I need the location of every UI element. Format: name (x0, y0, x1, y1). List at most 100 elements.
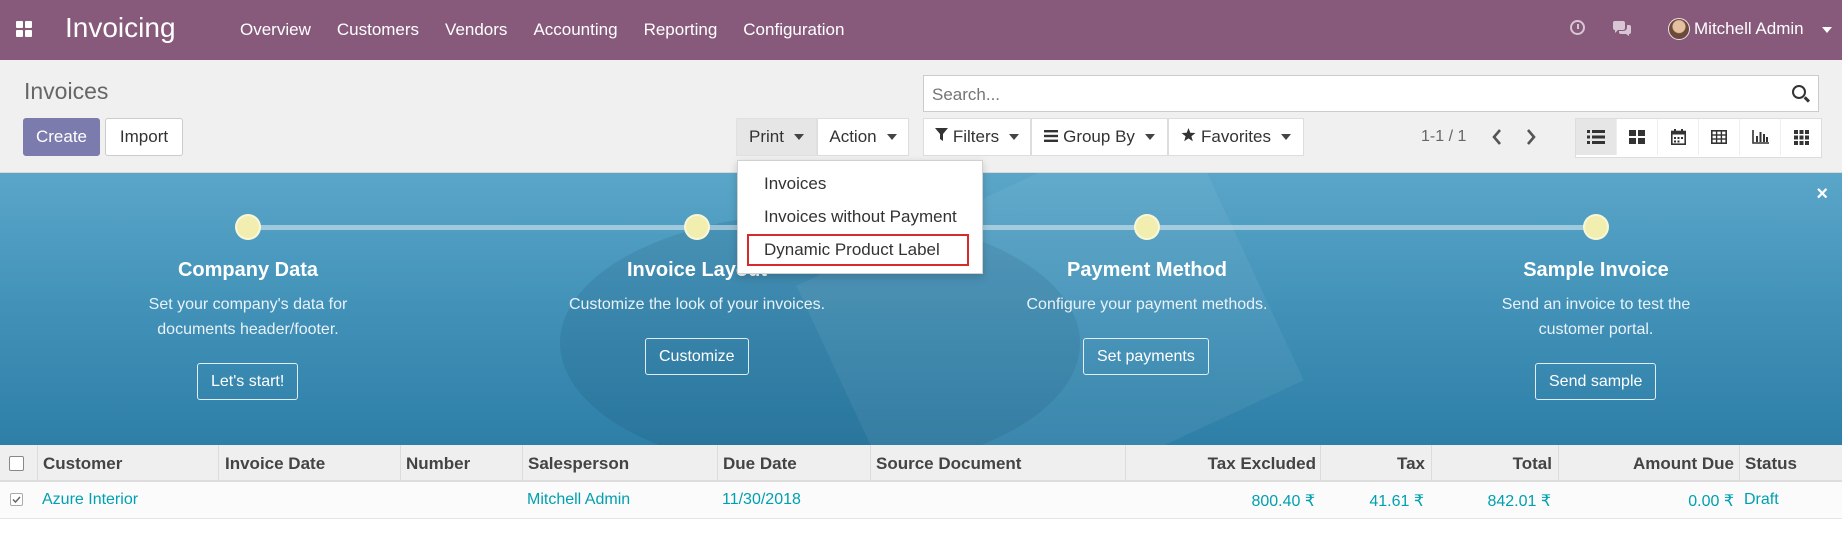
filter-funnel-icon (934, 128, 948, 146)
user-avatar[interactable] (1668, 18, 1690, 40)
cell-amount-due: 0.00 ₹ (1688, 493, 1734, 510)
column-header-salesperson[interactable]: Salesperson (528, 454, 629, 474)
step-dot (1583, 214, 1609, 240)
activity-clock-icon[interactable] (1570, 20, 1585, 35)
dashboard-view-button[interactable] (1781, 119, 1821, 155)
groupby-button[interactable]: Group By (1031, 118, 1168, 156)
list-header: Customer Invoice Date Number Salesperson… (0, 445, 1842, 482)
list-view-icon (1587, 130, 1605, 144)
column-header-tax[interactable]: Tax (1326, 454, 1425, 474)
list-bars-icon (1044, 129, 1059, 146)
column-separator (522, 445, 523, 480)
list-view-button[interactable] (1576, 119, 1617, 155)
calendar-view-button[interactable] (1658, 119, 1699, 155)
print-menu-item-invoices[interactable]: Invoices (764, 174, 826, 194)
graph-view-button[interactable] (1740, 119, 1781, 155)
action-dropdown-button[interactable]: Action (817, 118, 909, 156)
column-header-due-date[interactable]: Due Date (723, 454, 797, 474)
step-title: Company Data (177, 259, 319, 281)
caret-down-icon (886, 134, 897, 140)
column-header-status[interactable]: Status (1745, 454, 1797, 474)
page-title: Invoices (24, 78, 109, 104)
caret-down-icon (1280, 134, 1291, 140)
print-dropdown-button[interactable]: Print (736, 118, 817, 156)
view-switcher (1575, 118, 1822, 158)
customize-button[interactable]: Customize (645, 338, 749, 375)
favorites-button[interactable]: Favorites (1168, 118, 1304, 156)
menu-vendors[interactable]: Vendors (445, 20, 507, 40)
favorites-label: Favorites (1201, 127, 1271, 146)
step-title: Payment Method (1066, 259, 1228, 281)
step-payment-method: Payment Method Configure your payment me… (987, 259, 1307, 317)
column-header-amount-due[interactable]: Amount Due (1564, 454, 1734, 474)
chevron-left-icon (1492, 129, 1501, 145)
table-grid-icon (1711, 130, 1727, 144)
menu-customers[interactable]: Customers (337, 20, 419, 40)
row-checkbox[interactable] (10, 493, 23, 506)
apps-grid-icon[interactable] (16, 21, 32, 37)
column-separator (218, 445, 219, 480)
column-separator (1320, 445, 1321, 480)
action-label: Action (829, 127, 877, 146)
print-label: Print (749, 127, 784, 146)
pivot-view-button[interactable] (1699, 119, 1740, 155)
column-separator (400, 445, 401, 480)
column-header-tax-excluded[interactable]: Tax Excluded (1131, 454, 1316, 474)
step-title: Sample Invoice (1523, 259, 1669, 281)
menu-configuration[interactable]: Configuration (743, 20, 844, 40)
list-empty-area (0, 519, 1842, 538)
column-header-total[interactable]: Total (1437, 454, 1552, 474)
column-separator (1739, 445, 1740, 480)
column-separator (870, 445, 871, 480)
chat-icon[interactable] (1612, 21, 1632, 37)
column-separator (1431, 445, 1432, 480)
caret-down-icon (1144, 134, 1155, 140)
bar-chart-icon (1751, 130, 1769, 144)
column-header-invoice-date[interactable]: Invoice Date (225, 454, 325, 474)
check-icon (12, 496, 21, 504)
cell-customer[interactable]: Azure Interior (42, 491, 138, 509)
cell-tax-excluded: 800.40 ₹ (1251, 493, 1315, 510)
column-separator (37, 445, 38, 480)
lets-start-button[interactable]: Let's start! (197, 363, 299, 400)
grid-nine-icon (1793, 129, 1809, 145)
cell-salesperson[interactable]: Mitchell Admin (527, 491, 630, 509)
search-box[interactable] (923, 75, 1819, 112)
pager-value[interactable]: 1-1 / 1 (1421, 128, 1466, 146)
search-input[interactable] (930, 84, 1754, 106)
column-separator (1125, 445, 1126, 480)
print-menu-item-dynamic-product-label[interactable]: Dynamic Product Label (764, 240, 940, 260)
user-caret-icon[interactable] (1822, 27, 1832, 33)
user-menu-name[interactable]: Mitchell Admin (1694, 19, 1804, 39)
print-dropdown-menu: Invoices Invoices without Payment Dynami… (737, 160, 983, 274)
step-description: Set your company's data for documents hea… (148, 296, 348, 338)
send-sample-button[interactable]: Send sample (1535, 363, 1657, 400)
filters-button[interactable]: Filters (923, 118, 1031, 156)
app-title: Invoicing (65, 12, 176, 43)
step-sample-invoice: Sample Invoice Send an invoice to test t… (1436, 259, 1756, 342)
column-separator (1558, 445, 1559, 480)
close-banner-icon[interactable]: × (1816, 183, 1828, 206)
step-description: Send an invoice to test the customer port… (1501, 296, 1691, 338)
cell-due-date: 11/30/2018 (722, 491, 801, 508)
pager-next-button[interactable] (1514, 120, 1548, 154)
column-header-source-document[interactable]: Source Document (876, 454, 1021, 474)
column-header-number[interactable]: Number (406, 454, 470, 474)
column-header-customer[interactable]: Customer (43, 454, 122, 474)
main-menu: Overview Customers Vendors Accounting Re… (240, 0, 870, 60)
select-all-checkbox[interactable] (9, 456, 24, 471)
pager-previous-button[interactable] (1480, 120, 1514, 154)
set-payments-button[interactable]: Set payments (1083, 338, 1209, 375)
step-description: Configure your payment methods. (1026, 296, 1268, 313)
import-button[interactable]: Import (105, 118, 183, 156)
kanban-view-button[interactable] (1617, 119, 1658, 155)
create-button[interactable]: Create (23, 118, 100, 156)
kanban-view-icon (1629, 130, 1645, 144)
print-menu-item-invoices-without-payment[interactable]: Invoices without Payment (764, 207, 957, 227)
search-icon[interactable] (1792, 85, 1806, 99)
menu-reporting[interactable]: Reporting (644, 20, 718, 40)
groupby-label: Group By (1063, 127, 1135, 146)
table-row[interactable]: Azure Interior Mitchell Admin 11/30/2018… (0, 482, 1842, 519)
menu-accounting[interactable]: Accounting (533, 20, 617, 40)
menu-overview[interactable]: Overview (240, 20, 311, 40)
